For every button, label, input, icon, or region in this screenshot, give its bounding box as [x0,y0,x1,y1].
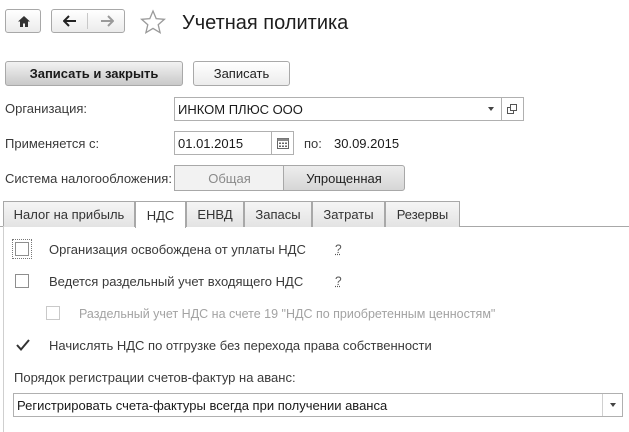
favorite-star-icon[interactable] [140,9,166,35]
org-value: ИНКОМ ПЛЮС ООО [178,101,303,117]
arrow-left-icon [62,15,76,27]
back-button[interactable] [52,10,87,32]
calendar-icon [276,137,289,149]
forward-button[interactable] [89,10,124,32]
org-dropdown-button[interactable] [481,98,501,120]
org-field[interactable]: ИНКОМ ПЛЮС ООО [174,97,502,121]
account19-vat-checkbox[interactable] [46,306,60,320]
tab-reserves[interactable]: Резервы [385,201,460,227]
home-button[interactable] [5,9,41,33]
vat-exempt-label: Организация освобождена от уплаты НДС [49,242,306,257]
vat-exempt-help[interactable]: ? [335,241,342,257]
chevron-down-icon [488,107,494,111]
chevron-down-icon [609,403,616,407]
applies-label: Применяется с: [5,136,100,151]
tab-income-tax[interactable]: Налог на прибыль [3,201,135,227]
date-to-value: 30.09.2015 [334,136,400,151]
save-button[interactable]: Записать [193,61,290,86]
panel-border [3,226,4,432]
invoice-order-select[interactable]: Регистрировать счета-фактуры всегда при … [13,393,623,417]
calendar-button[interactable] [271,132,293,154]
date-from-value: 01.01.2015 [178,135,244,151]
account19-vat-label: Раздельный учет НДС на счете 19 "НДС по … [79,307,496,321]
shipment-vat-checkbox[interactable] [15,338,30,352]
tab-expenses[interactable]: Затраты [312,201,385,227]
page-title: Учетная политика [182,12,349,34]
to-label: по: [304,136,322,151]
history-nav [51,9,125,33]
tax-option-simplified[interactable]: Упрощенная [283,165,405,191]
open-icon [507,103,517,114]
invoice-order-dropdown-button[interactable] [602,394,622,416]
shipment-vat-label: Начислять НДС по отгрузке без перехода п… [49,338,432,353]
org-label: Организация: [5,101,88,116]
separate-vat-help[interactable]: ? [335,273,342,289]
separate-vat-checkbox[interactable] [15,274,29,288]
separate-vat-label: Ведется раздельный учет входящего НДС [49,274,304,289]
tab-inventory[interactable]: Запасы [244,201,312,227]
org-open-button[interactable] [502,97,524,121]
invoice-order-label: Порядок регистрации счетов-фактур на ава… [14,370,296,385]
invoice-order-value: Регистрировать счета-фактуры всегда при … [17,397,388,413]
save-and-close-button[interactable]: Записать и закрыть [5,61,183,86]
date-from-field[interactable]: 01.01.2015 [174,131,294,155]
home-icon [6,10,41,32]
tab-vat[interactable]: НДС [135,201,186,228]
vat-exempt-checkbox[interactable] [12,239,32,259]
tab-envd[interactable]: ЕНВД [186,201,244,227]
arrow-right-icon [100,15,114,27]
tax-option-general[interactable]: Общая [174,165,284,191]
tax-system-label: Система налогообложения: [5,171,172,186]
checkmark-icon [16,339,30,352]
